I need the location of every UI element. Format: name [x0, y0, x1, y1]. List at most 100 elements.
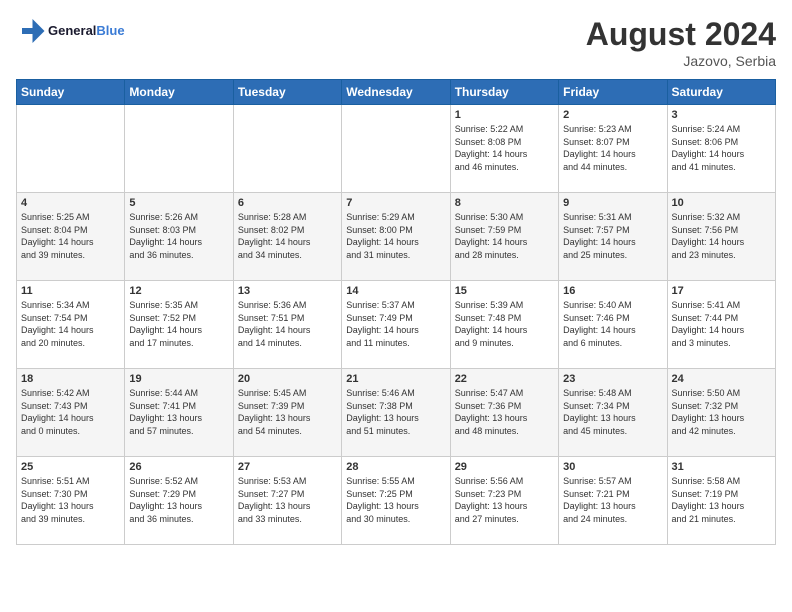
day-info: Sunrise: 5:50 AM Sunset: 7:32 PM Dayligh…: [672, 387, 771, 437]
calendar-cell: 8 Sunrise: 5:30 AM Sunset: 7:59 PM Daylig…: [450, 193, 558, 281]
calendar-cell: 6Sunrise: 5:28 AM Sunset: 8:02 PM Daylig…: [233, 193, 341, 281]
day-info: Sunrise: 5:30 AM Sunset: 7:59 PM Dayligh…: [455, 211, 554, 261]
day-number: 28: [346, 461, 445, 473]
column-header-monday: Monday: [125, 80, 233, 105]
calendar-cell: 28 Sunrise: 5:55 AM Sunset: 7:25 PM Dayli…: [342, 457, 450, 545]
day-info: Sunrise: 5:22 AM Sunset: 8:08 PM Dayligh…: [455, 123, 554, 173]
calendar-cell: 13 Sunrise: 5:36 AM Sunset: 7:51 PM Dayli…: [233, 281, 341, 369]
day-info: Sunrise: 5:51 AM Sunset: 7:30 PM Dayligh…: [21, 475, 120, 525]
header: GeneralBlue August 2024 Jazovo, Serbia: [16, 16, 776, 69]
calendar-table: SundayMondayTuesdayWednesdayThursdayFrid…: [16, 79, 776, 545]
calendar-cell: 2Sunrise: 5:23 AM Sunset: 8:07 PM Daylig…: [559, 105, 667, 193]
day-info: Sunrise: 5:47 AM Sunset: 7:36 PM Dayligh…: [455, 387, 554, 437]
calendar-cell: 16 Sunrise: 5:40 AM Sunset: 7:46 PM Dayli…: [559, 281, 667, 369]
day-number: 8: [455, 197, 554, 209]
title-block: August 2024 Jazovo, Serbia: [586, 16, 776, 69]
day-number: 19: [129, 373, 228, 385]
logo-blue: Blue: [96, 23, 124, 38]
day-number: 13: [238, 285, 337, 297]
logo-general: General: [48, 23, 96, 38]
day-number: 18: [21, 373, 120, 385]
day-info: Sunrise: 5:34 AM Sunset: 7:54 PM Dayligh…: [21, 299, 120, 349]
day-info: Sunrise: 5:29 AM Sunset: 8:00 PM Dayligh…: [346, 211, 445, 261]
day-info: Sunrise: 5:35 AM Sunset: 7:52 PM Dayligh…: [129, 299, 228, 349]
week-row-5: 25 Sunrise: 5:51 AM Sunset: 7:30 PM Dayli…: [17, 457, 776, 545]
column-header-wednesday: Wednesday: [342, 80, 450, 105]
calendar-cell: 4Sunrise: 5:25 AM Sunset: 8:04 PM Daylig…: [17, 193, 125, 281]
day-info: Sunrise: 5:44 AM Sunset: 7:41 PM Dayligh…: [129, 387, 228, 437]
day-number: 2: [563, 109, 662, 121]
day-info: Sunrise: 5:48 AM Sunset: 7:34 PM Dayligh…: [563, 387, 662, 437]
day-info: Sunrise: 5:58 AM Sunset: 7:19 PM Dayligh…: [672, 475, 771, 525]
week-row-1: 1 Sunrise: 5:22 AM Sunset: 8:08 PM Daylig…: [17, 105, 776, 193]
day-number: 14: [346, 285, 445, 297]
calendar-cell: 20 Sunrise: 5:45 AM Sunset: 7:39 PM Dayli…: [233, 369, 341, 457]
calendar-cell: 27Sunrise: 5:53 AM Sunset: 7:27 PM Dayli…: [233, 457, 341, 545]
day-number: 16: [563, 285, 662, 297]
day-info: Sunrise: 5:24 AM Sunset: 8:06 PM Dayligh…: [672, 123, 771, 173]
calendar-cell: 25 Sunrise: 5:51 AM Sunset: 7:30 PM Dayli…: [17, 457, 125, 545]
calendar-cell: 29 Sunrise: 5:56 AM Sunset: 7:23 PM Dayli…: [450, 457, 558, 545]
day-info: Sunrise: 5:45 AM Sunset: 7:39 PM Dayligh…: [238, 387, 337, 437]
day-number: 9: [563, 197, 662, 209]
month-year: August 2024: [586, 16, 776, 53]
day-info: Sunrise: 5:40 AM Sunset: 7:46 PM Dayligh…: [563, 299, 662, 349]
calendar-cell: 21 Sunrise: 5:46 AM Sunset: 7:38 PM Dayli…: [342, 369, 450, 457]
logo: GeneralBlue: [16, 16, 125, 46]
day-number: 25: [21, 461, 120, 473]
day-number: 23: [563, 373, 662, 385]
calendar-cell: 30 Sunrise: 5:57 AM Sunset: 7:21 PM Dayli…: [559, 457, 667, 545]
day-info: Sunrise: 5:42 AM Sunset: 7:43 PM Dayligh…: [21, 387, 120, 437]
day-number: 4: [21, 197, 120, 209]
day-info: Sunrise: 5:36 AM Sunset: 7:51 PM Dayligh…: [238, 299, 337, 349]
day-number: 26: [129, 461, 228, 473]
column-header-friday: Friday: [559, 80, 667, 105]
day-info: Sunrise: 5:52 AM Sunset: 7:29 PM Dayligh…: [129, 475, 228, 525]
day-info: Sunrise: 5:55 AM Sunset: 7:25 PM Dayligh…: [346, 475, 445, 525]
calendar-cell: 7 Sunrise: 5:29 AM Sunset: 8:00 PM Daylig…: [342, 193, 450, 281]
column-header-saturday: Saturday: [667, 80, 775, 105]
calendar-cell: 15 Sunrise: 5:39 AM Sunset: 7:48 PM Dayli…: [450, 281, 558, 369]
calendar-cell: [342, 105, 450, 193]
day-info: Sunrise: 5:37 AM Sunset: 7:49 PM Dayligh…: [346, 299, 445, 349]
column-header-tuesday: Tuesday: [233, 80, 341, 105]
calendar-cell: 10 Sunrise: 5:32 AM Sunset: 7:56 PM Dayli…: [667, 193, 775, 281]
day-info: Sunrise: 5:26 AM Sunset: 8:03 PM Dayligh…: [129, 211, 228, 261]
calendar-cell: 24Sunrise: 5:50 AM Sunset: 7:32 PM Dayli…: [667, 369, 775, 457]
day-number: 20: [238, 373, 337, 385]
day-info: Sunrise: 5:46 AM Sunset: 7:38 PM Dayligh…: [346, 387, 445, 437]
day-info: Sunrise: 5:32 AM Sunset: 7:56 PM Dayligh…: [672, 211, 771, 261]
calendar-cell: 11 Sunrise: 5:34 AM Sunset: 7:54 PM Dayli…: [17, 281, 125, 369]
calendar-cell: 18 Sunrise: 5:42 AM Sunset: 7:43 PM Dayli…: [17, 369, 125, 457]
calendar-cell: 3Sunrise: 5:24 AM Sunset: 8:06 PM Daylig…: [667, 105, 775, 193]
day-number: 7: [346, 197, 445, 209]
calendar-cell: 22Sunrise: 5:47 AM Sunset: 7:36 PM Dayli…: [450, 369, 558, 457]
calendar-cell: [17, 105, 125, 193]
day-number: 15: [455, 285, 554, 297]
day-info: Sunrise: 5:56 AM Sunset: 7:23 PM Dayligh…: [455, 475, 554, 525]
day-number: 1: [455, 109, 554, 121]
day-info: Sunrise: 5:39 AM Sunset: 7:48 PM Dayligh…: [455, 299, 554, 349]
calendar-cell: 14 Sunrise: 5:37 AM Sunset: 7:49 PM Dayli…: [342, 281, 450, 369]
column-header-sunday: Sunday: [17, 80, 125, 105]
calendar-cell: 5 Sunrise: 5:26 AM Sunset: 8:03 PM Daylig…: [125, 193, 233, 281]
day-number: 12: [129, 285, 228, 297]
location: Jazovo, Serbia: [586, 53, 776, 69]
day-number: 5: [129, 197, 228, 209]
calendar-cell: 31Sunrise: 5:58 AM Sunset: 7:19 PM Dayli…: [667, 457, 775, 545]
day-info: Sunrise: 5:41 AM Sunset: 7:44 PM Dayligh…: [672, 299, 771, 349]
day-info: Sunrise: 5:57 AM Sunset: 7:21 PM Dayligh…: [563, 475, 662, 525]
week-row-4: 18 Sunrise: 5:42 AM Sunset: 7:43 PM Dayli…: [17, 369, 776, 457]
day-number: 27: [238, 461, 337, 473]
day-number: 17: [672, 285, 771, 297]
day-number: 30: [563, 461, 662, 473]
day-number: 10: [672, 197, 771, 209]
day-number: 21: [346, 373, 445, 385]
calendar-cell: 9 Sunrise: 5:31 AM Sunset: 7:57 PM Daylig…: [559, 193, 667, 281]
page: GeneralBlue August 2024 Jazovo, Serbia S…: [0, 0, 792, 612]
calendar-cell: 26 Sunrise: 5:52 AM Sunset: 7:29 PM Dayli…: [125, 457, 233, 545]
calendar-cell: 19 Sunrise: 5:44 AM Sunset: 7:41 PM Dayli…: [125, 369, 233, 457]
day-number: 29: [455, 461, 554, 473]
day-info: Sunrise: 5:31 AM Sunset: 7:57 PM Dayligh…: [563, 211, 662, 261]
day-number: 11: [21, 285, 120, 297]
